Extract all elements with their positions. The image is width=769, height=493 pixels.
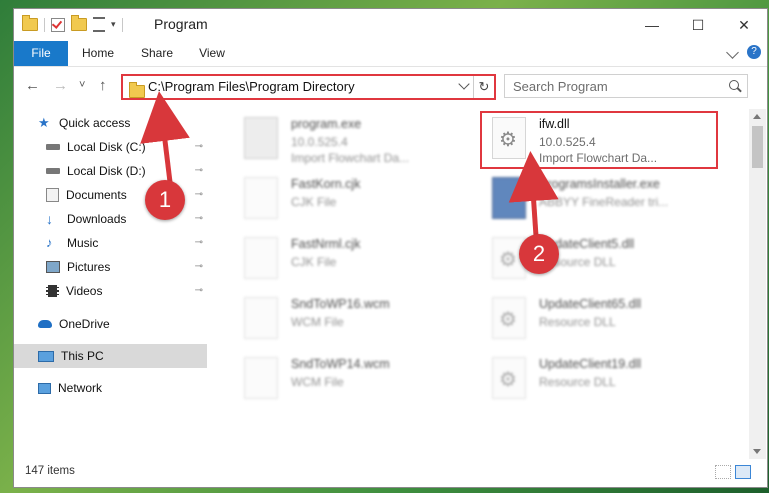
arrow-1 [140, 91, 190, 183]
callout-1: 1 [145, 180, 185, 220]
callout-arrows [140, 91, 559, 237]
callout-2: 2 [519, 234, 559, 274]
arrow-2 [508, 151, 559, 237]
